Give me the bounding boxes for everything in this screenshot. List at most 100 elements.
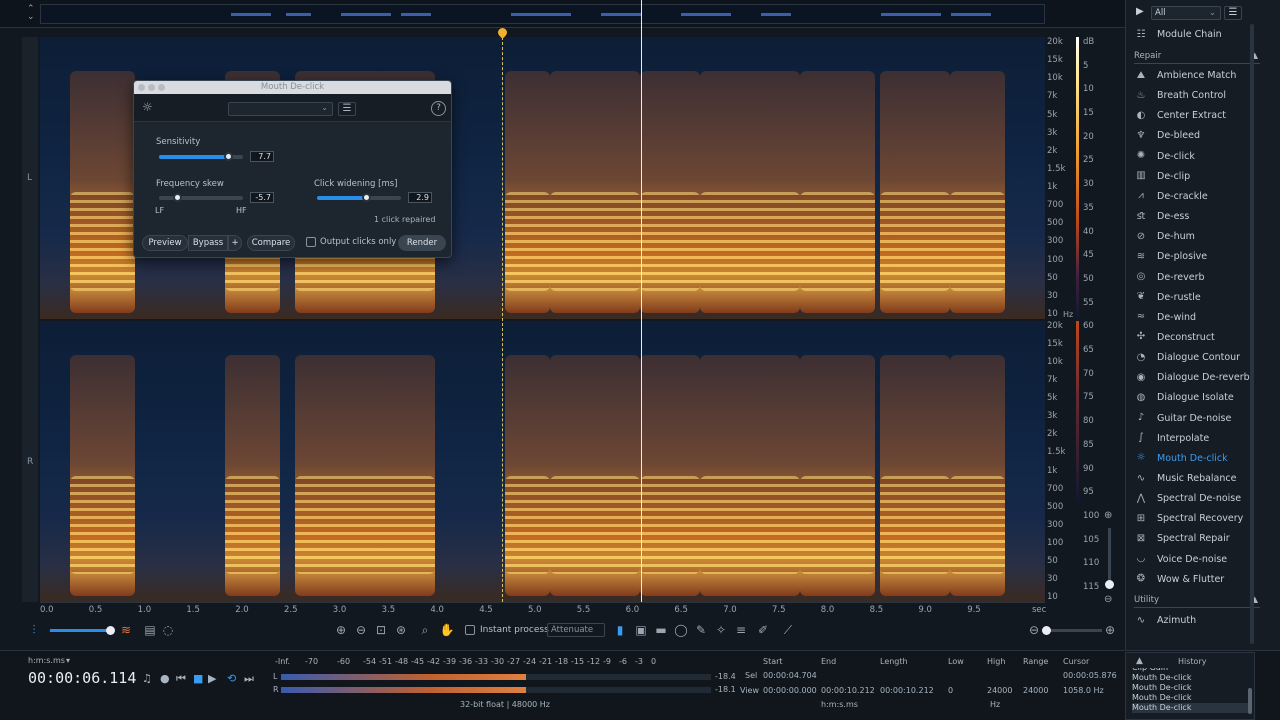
help-button[interactable]: ? — [431, 101, 446, 116]
module-item-dialogue-contour[interactable]: ◔ Dialogue Contour — [1134, 349, 1264, 367]
comment-icon[interactable]: ◌ — [160, 622, 176, 638]
close-icon[interactable] — [138, 84, 145, 91]
module-item-azimuth[interactable]: ∿ Azimuth — [1134, 612, 1264, 630]
freq-selection-icon[interactable]: ▬ — [653, 622, 669, 638]
click-widening-slider[interactable] — [317, 193, 401, 202]
module-item-de-reverb[interactable]: ◎ De-reverb — [1134, 269, 1264, 287]
sel-start-value[interactable]: 00:00:04.704 — [763, 671, 817, 680]
view-high-value[interactable]: 24000 — [987, 686, 1012, 695]
preset-dropdown[interactable]: ⌄ — [228, 102, 333, 116]
waveform-view-icon[interactable]: ⫶ — [26, 622, 42, 638]
compare-button[interactable]: Compare — [247, 235, 295, 251]
dialog-titlebar[interactable]: Mouth De-click — [134, 81, 451, 94]
repair-section-header[interactable]: Repair ▲ — [1134, 51, 1260, 64]
module-item-wow-flutter[interactable]: ❂ Wow & Flutter — [1134, 571, 1264, 589]
output-clicks-checkbox[interactable] — [306, 237, 316, 247]
module-item-mouth-de-click[interactable]: ☼ Mouth De-click — [1134, 450, 1264, 468]
module-item-music-rebalance[interactable]: ∿ Music Rebalance — [1134, 470, 1264, 488]
time-ruler[interactable]: 0.0 0.5 1.0 1.5 2.0 2.5 3.0 3.5 4.0 4.5 5.0 5.5 6.0 6… — [40, 602, 1046, 615]
render-button[interactable]: Render — [398, 235, 446, 251]
module-item-spectral-repair[interactable]: ⊠ Spectral Repair — [1134, 530, 1264, 548]
notes-icon[interactable]: ▤ — [142, 622, 158, 638]
waveform-overview[interactable]: ⌃ ⌄ — [0, 0, 1125, 28]
module-item-guitar-de-noise[interactable]: ♪ Guitar De-noise — [1134, 410, 1264, 428]
sensitivity-value[interactable]: 7.7 — [250, 151, 274, 162]
module-item-de-rustle[interactable]: ❦ De-rustle — [1134, 289, 1264, 307]
harmonic-selection-icon[interactable]: ≡ — [733, 622, 749, 638]
module-item-de-clip[interactable]: ▥ De-clip — [1134, 168, 1264, 186]
time-selection-icon[interactable]: ▮ — [612, 622, 628, 638]
module-item-interpolate[interactable]: ∫ Interpolate — [1134, 430, 1264, 448]
zoom-selection-icon[interactable]: ⊛ — [393, 622, 409, 638]
utility-section-header[interactable]: Utility ▲ — [1134, 595, 1260, 608]
panel-menu-button[interactable]: ☰ — [1224, 6, 1242, 20]
brush-icon[interactable]: ✎ — [693, 622, 709, 638]
view-length-value[interactable]: 00:00:10.212 — [880, 686, 934, 695]
module-item-de-hum[interactable]: ⊘ De-hum — [1134, 228, 1264, 246]
hand-icon[interactable]: ✋ — [439, 622, 455, 638]
spectrogram-channel-right[interactable] — [40, 321, 1045, 602]
stop-icon[interactable]: ■ — [193, 672, 203, 685]
magic-wand-icon[interactable]: ✧ — [713, 622, 729, 638]
spectrogram-blend-slider[interactable] — [50, 626, 115, 635]
frequency-skew-slider[interactable] — [159, 193, 243, 202]
view-range-value[interactable]: 24000 — [1023, 686, 1048, 695]
sensitivity-slider[interactable] — [159, 152, 243, 161]
history-item[interactable]: Mouth De-click — [1132, 693, 1248, 703]
module-item-breath-control[interactable]: ♨ Breath Control — [1134, 87, 1264, 105]
envelope-icon[interactable]: ⟋ — [780, 622, 796, 638]
pencil-icon[interactable]: ✐ — [755, 622, 771, 638]
rect-selection-icon[interactable]: ▣ — [633, 622, 649, 638]
history-scrollbar[interactable] — [1248, 688, 1252, 714]
bypass-add-button[interactable]: + — [228, 235, 242, 251]
zoom-fit-icon[interactable]: ⊡ — [373, 622, 389, 638]
module-item-spectral-de-noise[interactable]: ⋀ Spectral De-noise — [1134, 490, 1264, 508]
module-item-voice-de-noise[interactable]: ◡ Voice De-noise — [1134, 551, 1264, 569]
collapse-icon[interactable]: ⌃ ⌄ — [27, 5, 37, 22]
module-filter-dropdown[interactable]: All ⌄ — [1151, 6, 1221, 20]
zoom-out-vertical-icon[interactable]: ⊖ — [1104, 594, 1112, 605]
module-item-de-bleed[interactable]: ♆ De-bleed — [1134, 127, 1264, 145]
time-format-selector[interactable]: h:m:s.ms — [28, 656, 65, 665]
lasso-icon[interactable]: ◯ — [673, 622, 689, 638]
preview-button[interactable]: Preview — [142, 235, 188, 251]
instant-process-mode-dropdown[interactable]: Attenuate — [547, 623, 605, 637]
history-item[interactable]: Mouth De-click — [1132, 673, 1248, 683]
module-chain-item[interactable]: ☷ Module Chain — [1134, 26, 1264, 44]
play-selection-icon[interactable]: ⏭ — [244, 672, 254, 686]
zoom-out-horizontal-icon[interactable]: ⊖ — [1026, 622, 1042, 638]
play-icon[interactable]: ▶ — [208, 672, 216, 685]
headphones-icon[interactable]: ♫ — [142, 672, 152, 685]
playhead-cursor[interactable] — [641, 0, 642, 602]
module-item-de-ess[interactable]: ﬆ De-ess — [1134, 208, 1264, 226]
module-item-de-wind[interactable]: ≈ De-wind — [1134, 309, 1264, 327]
skip-back-icon[interactable]: ⏮ — [176, 672, 186, 686]
panel-scrollbar[interactable] — [1250, 24, 1254, 644]
module-item-center-extract[interactable]: ◐ Center Extract — [1134, 107, 1264, 125]
horizontal-zoom-slider[interactable] — [1042, 626, 1102, 635]
zoom-in-vertical-icon[interactable]: ⊕ — [1104, 510, 1112, 521]
chevron-down-icon[interactable]: ▾ — [66, 656, 70, 665]
view-start-value[interactable]: 00:00:00.000 — [763, 686, 817, 695]
module-item-dialogue-isolate[interactable]: ◍ Dialogue Isolate — [1134, 389, 1264, 407]
frequency-skew-slider-knob[interactable] — [173, 193, 183, 202]
selection-start-line[interactable] — [502, 32, 503, 602]
bypass-button[interactable]: Bypass — [188, 235, 228, 251]
module-item-spectral-recovery[interactable]: ⊞ Spectral Recovery — [1134, 510, 1264, 528]
zoom-icon[interactable] — [158, 84, 165, 91]
history-item[interactable]: Mouth De-click — [1132, 683, 1248, 693]
collapse-triangle-icon[interactable]: ▲ — [1136, 656, 1143, 666]
view-low-value[interactable]: 0 — [948, 686, 953, 695]
view-end-value[interactable]: 00:00:10.212 — [821, 686, 875, 695]
instant-process-checkbox[interactable] — [465, 625, 475, 635]
module-item-de-crackle[interactable]: ⩘ De-crackle — [1134, 188, 1264, 206]
module-item-de-click[interactable]: ✺ De-click — [1134, 148, 1264, 166]
history-item[interactable]: Mouth De-click — [1132, 703, 1248, 713]
loop-icon[interactable]: ⟲ — [227, 672, 236, 685]
frequency-skew-value[interactable]: -5.7 — [250, 192, 274, 203]
magnify-icon[interactable]: ⌕ — [417, 622, 433, 638]
module-item-ambience-match[interactable]: ⛰ Ambience Match — [1134, 67, 1264, 85]
vertical-zoom-slider[interactable] — [1105, 528, 1114, 589]
click-widening-slider-knob[interactable] — [361, 193, 371, 202]
module-item-deconstruct[interactable]: ✣ Deconstruct — [1134, 329, 1264, 347]
